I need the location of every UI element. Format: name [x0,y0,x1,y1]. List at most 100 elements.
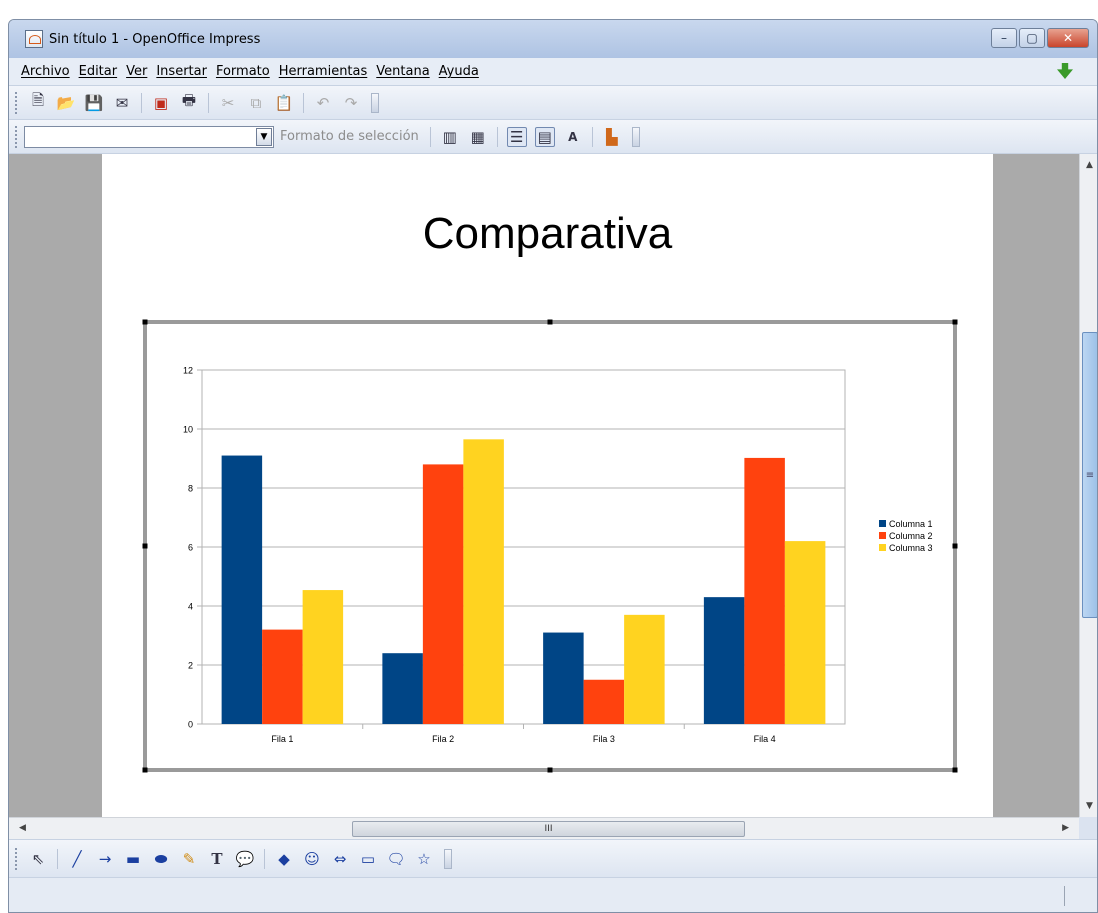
toolbar-more-button[interactable] [371,92,379,113]
window-title: Sin título 1 - OpenOffice Impress [49,31,261,47]
y-tick-label: 6 [188,543,193,553]
slide[interactable]: Comparativa 0 2 4 6 8 10 12 Fila 1 Fila 2 Fila 3F… [102,154,993,817]
scale-text-icon[interactable]: A [563,127,583,147]
x-tick-label: Fila 3 [593,734,615,744]
toolbar-grip[interactable] [15,847,18,870]
legend-on-off-icon[interactable]: ▤ [534,126,555,147]
scroll-up-arrow[interactable]: ▲ [1086,160,1093,170]
ellipse-icon[interactable]: ⬬ [151,849,171,869]
legend-label: Columna 1 [889,519,933,529]
toolbar-separator [303,92,304,113]
menu-editar[interactable]: Editar [79,64,118,79]
y-tick-label: 4 [188,602,193,612]
bar [703,597,745,724]
automatic-layout-icon[interactable]: ▙ [602,127,622,147]
menu-ver[interactable]: Ver [126,64,147,79]
freeform-icon[interactable]: ✎ [179,849,199,869]
chart-toolbar: ▼ Formato de selección ▥ ▦ ☰ ▤ A ▙ [9,120,1097,154]
selection-handle [952,543,958,549]
new-icon[interactable]: 🗎 [28,91,48,113]
selection-handle [142,767,148,773]
y-tick-label: 12 [183,366,193,376]
save-icon[interactable]: 💾 [84,93,104,113]
x-tick-label: Fila 2 [432,734,454,744]
email-icon[interactable]: ✉ [112,93,132,113]
title-bar[interactable]: Sin título 1 - OpenOffice Impress – ▢ ✕ [9,20,1097,58]
block-arrows-icon[interactable]: ⇔ [330,849,350,869]
callouts-icon[interactable]: 🗨 [386,849,406,869]
pdf-icon[interactable]: ▣ [151,93,171,113]
text-icon[interactable]: T [207,849,227,869]
horizontal-scroll-thumb[interactable]: III [352,821,745,837]
toolbar-separator [57,848,58,869]
vertical-scrollbar[interactable]: ▲ ≡ ▼ [1079,154,1097,817]
flowchart-icon[interactable]: ▭ [358,849,378,869]
selection-handle [547,319,553,325]
undo-icon[interactable]: ↶ [313,93,333,113]
menu-bar: Archivo Editar Ver Insertar Formato Herr… [9,58,1097,86]
y-tick-label: 2 [188,661,193,671]
cut-icon[interactable]: ✂ [218,93,238,113]
format-selection-button[interactable]: Formato de selección [280,129,419,144]
toolbar-grip[interactable] [15,125,18,148]
bar [302,590,344,724]
symbol-shapes-icon[interactable]: ☺ [302,849,322,869]
chart-type-icon[interactable]: ▥ [440,127,460,147]
toolbar-separator [208,92,209,113]
legend-label: Columna 3 [889,543,933,553]
toolbar-separator [429,126,431,147]
arrow-line-icon[interactable]: → [95,849,115,869]
toolbar-more-button[interactable] [444,848,452,869]
slide-workspace: Comparativa 0 2 4 6 8 10 12 Fila 1 Fila 2 Fila 3F… [9,154,1079,817]
status-separator [1064,886,1065,906]
menu-ventana[interactable]: Ventana [376,64,429,79]
scroll-down-arrow[interactable]: ▼ [1086,801,1093,811]
impress-app-icon[interactable] [25,30,43,48]
copy-icon[interactable]: ⧉ [246,93,266,113]
scroll-left-arrow[interactable]: ◀ [19,823,26,833]
toolbar-more-button[interactable] [631,126,640,147]
menu-insertar[interactable]: Insertar [156,64,207,79]
menu-ayuda[interactable]: Ayuda [439,64,479,79]
toolbar-separator [591,126,593,147]
bar [382,653,423,724]
menu-herramientas[interactable]: Herramientas [279,64,368,79]
bar [221,455,263,724]
scroll-right-arrow[interactable]: ▶ [1062,823,1069,833]
y-tick-label: 0 [188,720,193,730]
callout-icon[interactable]: 💬 [235,849,255,869]
minimize-button[interactable]: – [991,28,1017,48]
vertical-scroll-thumb[interactable]: ≡ [1082,332,1097,618]
selection-handle [142,543,148,549]
legend-swatch [879,520,886,527]
redo-icon[interactable]: ↷ [341,93,361,113]
download-update-icon[interactable] [1057,63,1073,79]
print-icon[interactable]: 🖶 [179,91,199,113]
menu-formato[interactable]: Formato [216,64,270,79]
bar [543,632,584,724]
rectangle-icon[interactable]: ▬ [123,849,143,869]
chart-object[interactable]: 0 2 4 6 8 10 12 Fila 1 Fila 2 Fila 3 Fila 4 Columna… [102,154,993,817]
line-icon[interactable]: ╱ [67,849,87,869]
horizontal-scrollbar[interactable]: ◀ III ▶ [9,817,1079,839]
maximize-button[interactable]: ▢ [1019,28,1045,48]
paste-icon[interactable]: 📋 [274,93,294,113]
open-icon[interactable]: 📂 [56,93,76,113]
basic-shapes-icon[interactable]: ◆ [274,849,294,869]
chart-element-select[interactable]: ▼ [24,125,274,148]
selection-handle [952,767,958,773]
menu-archivo[interactable]: Archivo [21,64,70,79]
chevron-down-icon[interactable]: ▼ [256,127,272,146]
horizontal-grids-icon[interactable]: ☰ [506,126,527,147]
stars-icon[interactable]: ☆ [414,849,434,869]
data-table-icon[interactable]: ▦ [468,127,488,147]
toolbar-separator [264,848,265,869]
close-button[interactable]: ✕ [1047,28,1089,48]
toolbar-grip[interactable] [15,91,18,114]
legend-swatch [879,532,886,539]
select-icon[interactable]: ⇖ [28,849,48,869]
app-window: Sin título 1 - OpenOffice Impress – ▢ ✕ … [8,19,1098,913]
status-bar [9,877,1097,912]
legend-label: Columna 2 [889,531,933,541]
standard-toolbar: 🗎 📂 💾 ✉ ▣ 🖶 ✂ ⧉ 📋 ↶ ↷ [9,86,1097,120]
